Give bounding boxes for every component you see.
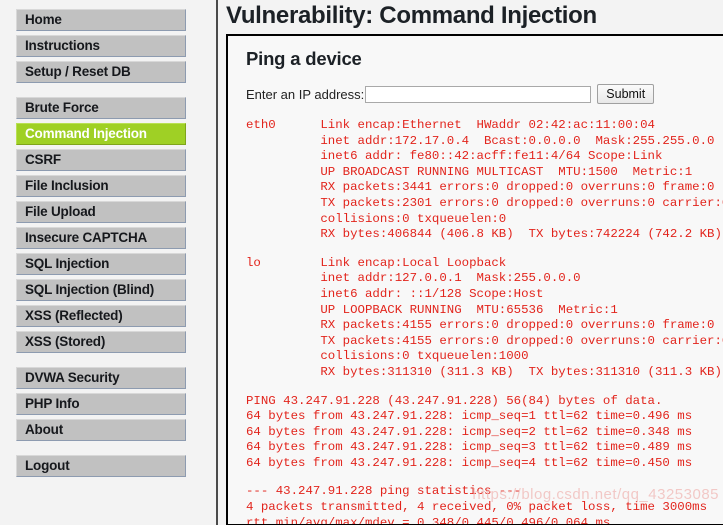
output-line: eth0 Link encap:Ethernet HWaddr 02:42:ac… xyxy=(246,118,655,132)
output-line: RX packets:4155 errors:0 dropped:0 overr… xyxy=(246,318,715,333)
output-line: UP BROADCAST RUNNING MULTICAST MTU:1500 … xyxy=(246,164,693,179)
output-line: 64 bytes from 43.247.91.228: icmp_seq=2 … xyxy=(246,424,693,439)
sidebar-item-sql-injection[interactable]: SQL Injection xyxy=(16,253,186,275)
sidebar-item-xss-stored[interactable]: XSS (Stored) xyxy=(16,331,186,353)
vulnerability-panel: Ping a device Enter an IP address: Submi… xyxy=(226,34,723,525)
panel-heading: Ping a device xyxy=(246,48,362,69)
sidebar-group-1: Brute Force Command Injection CSRF File Inc… xyxy=(16,97,216,353)
output-line: collisions:0 txqueuelen:0 xyxy=(246,211,507,226)
output-line: TX packets:2301 errors:0 dropped:0 overr… xyxy=(246,195,723,210)
dvwa-page: Home Instructions Setup / Reset DB Brute Fo… xyxy=(0,0,723,525)
sidebar-item-about[interactable]: About xyxy=(16,419,186,441)
output-line: PING 43.247.91.228 (43.247.91.228) 56(84… xyxy=(246,393,663,408)
output-line: inet6 addr: fe80::42:acff:fe11:4/64 Scop… xyxy=(246,149,663,164)
output-line: inet addr:172.17.0.4 Bcast:0.0.0.0 Mask:… xyxy=(246,133,715,148)
output-line: rtt min/avg/max/mdev = 0.348/0.445/0.496… xyxy=(246,515,611,525)
output-line: --- 43.247.91.228 ping statistics --- xyxy=(246,484,522,499)
sidebar-item-instructions[interactable]: Instructions xyxy=(16,35,186,57)
sidebar-item-php-info[interactable]: PHP Info xyxy=(16,393,186,415)
output-block-lo-interface: lo Link encap:Local Loopback inet addr:1… xyxy=(246,256,723,381)
output-line: RX packets:3441 errors:0 dropped:0 overr… xyxy=(246,180,715,195)
sidebar-item-file-upload[interactable]: File Upload xyxy=(16,201,186,223)
output-line: RX bytes:406844 (406.8 KB) TX bytes:7422… xyxy=(246,227,722,242)
sidebar-item-home[interactable]: Home xyxy=(16,9,186,31)
sidebar-group-3: Logout xyxy=(16,455,216,477)
ping-form: Enter an IP address: Submit xyxy=(246,84,723,104)
output-line: collisions:0 txqueuelen:1000 xyxy=(246,349,529,364)
output-line: inet6 addr: ::1/128 Scope:Host xyxy=(246,286,544,301)
sidebar-item-command-injection[interactable]: Command Injection xyxy=(16,123,186,145)
main-content: Vulnerability: Command Injection Ping a … xyxy=(218,0,723,525)
ip-address-input[interactable] xyxy=(365,85,592,103)
sidebar-group-2: DVWA Security PHP Info About xyxy=(16,367,216,441)
output-block-ping-statistics: --- 43.247.91.228 ping statistics --- 4 p… xyxy=(246,484,723,525)
sidebar-item-dvwa-security[interactable]: DVWA Security xyxy=(16,367,186,389)
output-line: inet addr:127.0.0.1 Mask:255.0.0.0 xyxy=(246,271,581,286)
output-line: 64 bytes from 43.247.91.228: icmp_seq=4 … xyxy=(246,455,693,470)
output-line: 4 packets transmitted, 4 received, 0% pa… xyxy=(246,500,708,515)
sidebar-item-logout[interactable]: Logout xyxy=(16,455,186,477)
output-line: 64 bytes from 43.247.91.228: icmp_seq=3 … xyxy=(246,440,693,455)
sidebar-item-sql-injection-blind[interactable]: SQL Injection (Blind) xyxy=(16,279,186,301)
command-output: eth0 Link encap:Ethernet HWaddr 02:42:ac… xyxy=(246,118,723,525)
ip-address-label: Enter an IP address: xyxy=(246,86,365,102)
sidebar-item-csrf[interactable]: CSRF xyxy=(16,149,186,171)
output-line: 64 bytes from 43.247.91.228: icmp_seq=1 … xyxy=(246,409,693,424)
sidebar-item-file-inclusion[interactable]: File Inclusion xyxy=(16,175,186,197)
sidebar-group-0: Home Instructions Setup / Reset DB xyxy=(16,9,216,83)
submit-button[interactable]: Submit xyxy=(597,84,655,104)
sidebar-item-brute-force[interactable]: Brute Force xyxy=(16,97,186,119)
sidebar-item-setup-reset-db[interactable]: Setup / Reset DB xyxy=(16,61,186,83)
output-block-eth0-interface: eth0 Link encap:Ethernet HWaddr 02:42:ac… xyxy=(246,118,723,243)
output-line: lo Link encap:Local Loopback xyxy=(246,255,507,270)
sidebar-item-xss-reflected[interactable]: XSS (Reflected) xyxy=(16,305,186,327)
output-line: UP LOOPBACK RUNNING MTU:65536 Metric:1 xyxy=(246,302,618,317)
sidebar-item-insecure-captcha[interactable]: Insecure CAPTCHA xyxy=(16,227,186,249)
sidebar: Home Instructions Setup / Reset DB Brute Fo… xyxy=(0,0,218,525)
output-line: TX packets:4155 errors:0 dropped:0 overr… xyxy=(246,333,723,348)
output-block-ping-replies: PING 43.247.91.228 (43.247.91.228) 56(84… xyxy=(246,394,723,472)
page-title: Vulnerability: Command Injection xyxy=(226,2,597,29)
output-line: RX bytes:311310 (311.3 KB) TX bytes:3113… xyxy=(246,364,722,379)
